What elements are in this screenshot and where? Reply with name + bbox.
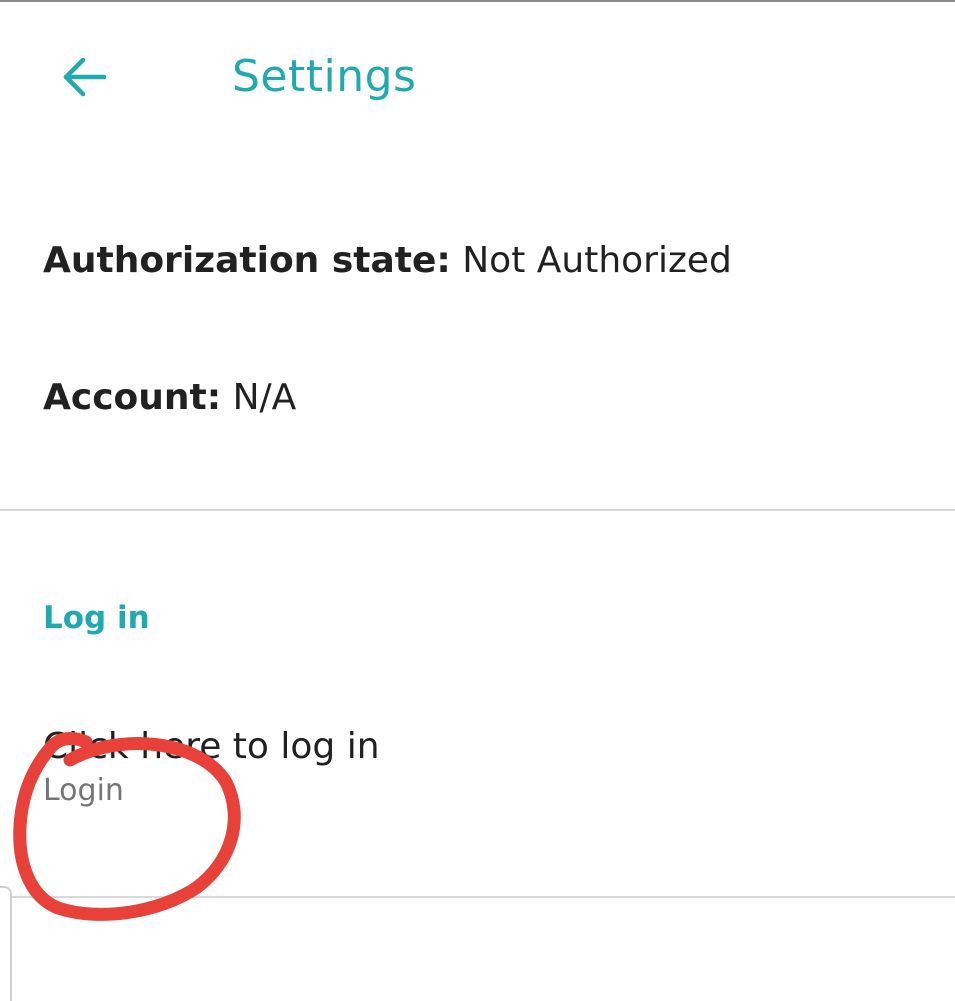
app-bar: Settings xyxy=(0,2,955,152)
account-value: N/A xyxy=(232,377,297,418)
login-item-summary: Login xyxy=(43,773,124,808)
account-label: Account: xyxy=(43,377,222,418)
arrow-back-icon xyxy=(62,57,108,97)
account-row: Account: N/A xyxy=(43,375,296,421)
authorization-state-label: Authorization state: xyxy=(43,240,451,281)
section-divider-bottom xyxy=(10,896,955,898)
login-section-header: Log in xyxy=(43,600,150,636)
page-title: Settings xyxy=(232,51,417,102)
card-edge xyxy=(0,886,12,1001)
back-button[interactable] xyxy=(52,46,118,108)
login-preference-item[interactable]: Click here to log in Login xyxy=(0,700,955,850)
login-item-title: Click here to log in xyxy=(43,726,380,767)
authorization-state-value: Not Authorized xyxy=(462,240,732,281)
section-divider xyxy=(0,509,955,511)
authorization-state-row: Authorization state: Not Authorized xyxy=(43,238,732,284)
